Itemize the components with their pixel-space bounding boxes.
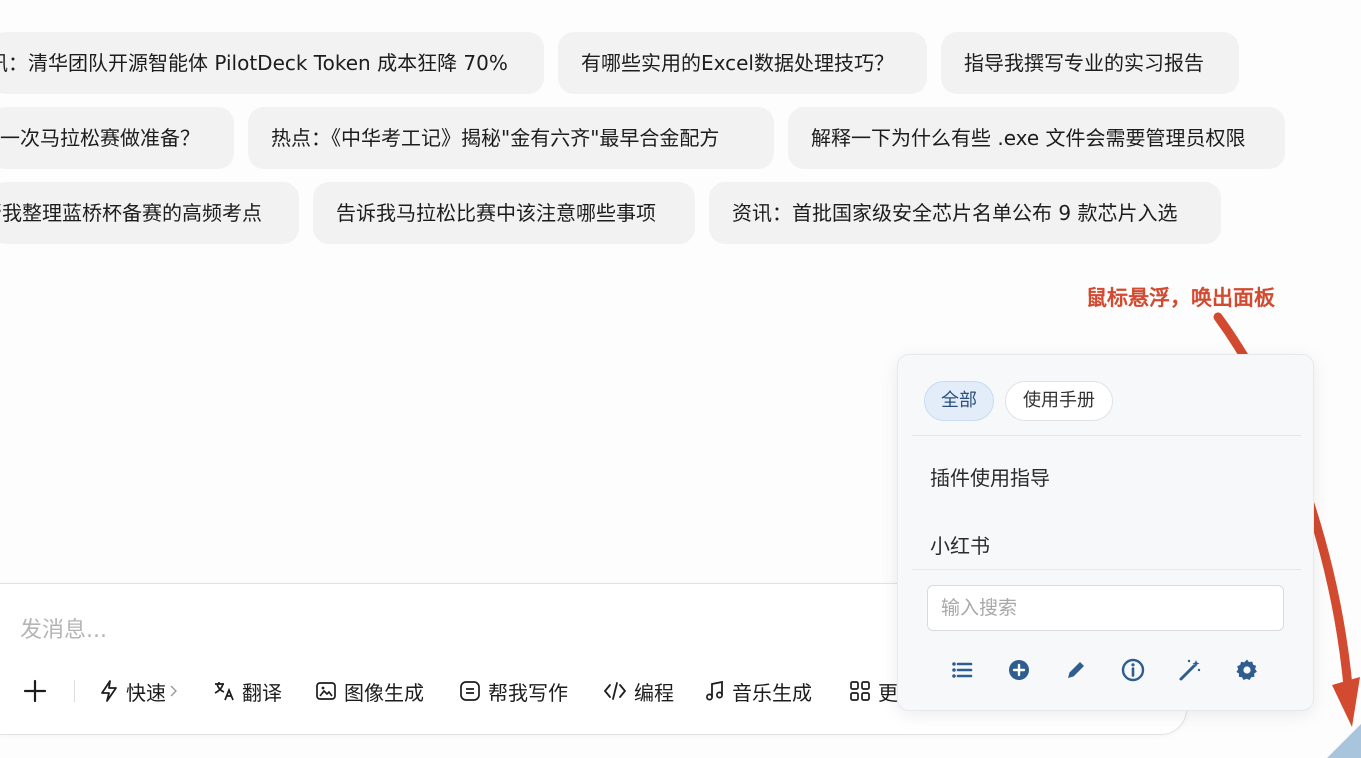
suggestion-chip[interactable]: 告诉我马拉松比赛中该注意哪些事项 xyxy=(313,182,695,244)
tab-manual[interactable]: 使用手册 xyxy=(1005,381,1113,421)
suggestion-text: 有哪些实用的Excel数据处理技巧？ xyxy=(581,51,894,75)
fast-mode-label: 快速 xyxy=(126,680,166,705)
panel-item-plugin-guide[interactable]: 插件使用指导 xyxy=(930,462,1050,491)
suggestion-text: 资讯：首批国家级安全芯片名单公布 9 款芯片入选 xyxy=(732,201,1178,225)
code-icon xyxy=(603,682,627,700)
panel-divider xyxy=(912,435,1301,436)
suggestion-chip[interactable]: 帮我整理蓝桥杯备赛的高频考点 xyxy=(0,182,299,244)
translate-icon xyxy=(214,682,234,701)
suggestion-chip[interactable]: 解释一下为什么有些 .exe 文件会需要管理员权限 xyxy=(788,107,1285,169)
gear-icon[interactable] xyxy=(1234,657,1260,683)
coding-button[interactable]: 编程 xyxy=(602,676,674,706)
image-icon xyxy=(316,682,336,700)
panel-divider xyxy=(912,569,1301,570)
writing-assistant-button[interactable]: 帮我写作 xyxy=(458,676,568,706)
magic-wand-icon[interactable] xyxy=(1177,657,1203,683)
toolbar-divider xyxy=(74,680,75,702)
music-generation-button[interactable]: 音乐生成 xyxy=(704,676,812,706)
resize-handle[interactable] xyxy=(1327,724,1361,758)
image-generation-label: 图像生成 xyxy=(344,680,424,705)
coding-label: 编程 xyxy=(634,680,674,705)
panel-search-input[interactable]: 输入搜索 xyxy=(927,585,1284,631)
suggestion-chip[interactable]: 讯：清华团队开源智能体 PilotDeck Token 成本狂降 70% xyxy=(0,32,544,94)
message-input[interactable]: 发消息... xyxy=(20,612,107,644)
suggestion-text: 帮我整理蓝桥杯备赛的高频考点 xyxy=(0,201,262,225)
add-circle-icon[interactable] xyxy=(1006,657,1032,683)
add-attachment-button[interactable] xyxy=(22,676,54,706)
info-icon[interactable] xyxy=(1120,657,1146,683)
writing-assistant-label: 帮我写作 xyxy=(488,680,568,705)
panel-item-xiaohongshu[interactable]: 小红书 xyxy=(930,530,990,559)
tab-all[interactable]: 全部 xyxy=(924,381,994,421)
plus-icon xyxy=(23,679,47,703)
suggestion-chip[interactable]: 如何为第一次马拉松赛做准备？ xyxy=(0,107,234,169)
suggestion-text: 如何为第一次马拉松赛做准备？ xyxy=(0,126,200,150)
document-icon xyxy=(460,681,480,701)
music-generation-label: 音乐生成 xyxy=(732,680,812,705)
list-icon[interactable] xyxy=(949,657,975,683)
more-tools-label: 更 xyxy=(878,680,898,705)
grid-icon xyxy=(850,681,870,701)
chevron-right-icon xyxy=(170,685,177,697)
translate-label: 翻译 xyxy=(242,680,282,705)
suggestion-text: 告诉我马拉松比赛中该注意哪些事项 xyxy=(336,201,656,225)
translate-button[interactable]: 翻译 xyxy=(212,676,282,706)
suggestion-chip[interactable]: 资讯：首批国家级安全芯片名单公布 9 款芯片入选 xyxy=(709,182,1221,244)
suggestion-text: 热点：《中华考工记》揭秘"金有六齐"最早合金配方 xyxy=(271,126,720,150)
plugin-panel: 全部 使用手册 插件使用指导 小红书 输入搜索 xyxy=(897,354,1314,711)
suggestion-chip[interactable]: 指导我撰写专业的实习报告 xyxy=(941,32,1239,94)
suggestion-text: 讯：清华团队开源智能体 PilotDeck Token 成本狂降 70% xyxy=(0,51,508,75)
suggestion-chip[interactable]: 有哪些实用的Excel数据处理技巧？ xyxy=(558,32,927,94)
lightning-icon xyxy=(101,680,117,702)
suggestion-chip[interactable]: 热点：《中华考工记》揭秘"金有六齐"最早合金配方 xyxy=(248,107,774,169)
suggestion-text: 指导我撰写专业的实习报告 xyxy=(964,51,1204,75)
pencil-icon[interactable] xyxy=(1063,657,1089,683)
more-tools-button[interactable]: 更 xyxy=(848,676,898,706)
suggestion-text: 解释一下为什么有些 .exe 文件会需要管理员权限 xyxy=(811,126,1246,150)
fast-mode-button[interactable]: 快速 xyxy=(98,676,186,706)
image-generation-button[interactable]: 图像生成 xyxy=(314,676,424,706)
music-note-icon xyxy=(706,680,723,701)
